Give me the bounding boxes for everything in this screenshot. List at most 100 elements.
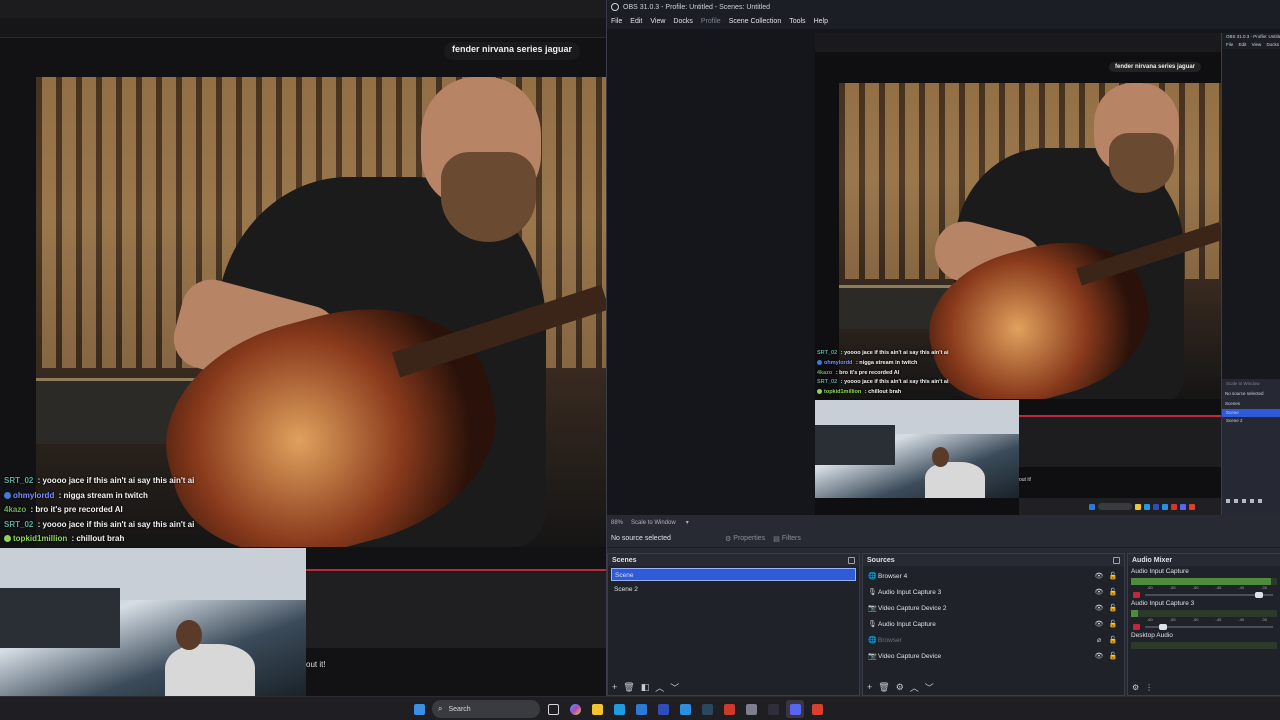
source-item[interactable]: 🌐 Browser ⌀ 🔓 xyxy=(863,632,1124,648)
volume-meter-fill xyxy=(1131,578,1272,585)
chat-username: SRT_02 xyxy=(817,379,838,386)
meter-tick-label: -60 xyxy=(1147,585,1153,590)
stream-background: fender nirvana series jaguar SRT_02 : yo… xyxy=(0,0,606,696)
canvas-search-caption: fender nirvana series jaguar xyxy=(1109,62,1202,72)
volume-slider[interactable] xyxy=(1131,624,1277,630)
slider-handle[interactable] xyxy=(1255,592,1264,598)
scene-item[interactable]: Scene xyxy=(611,568,856,581)
canvas-taskbar xyxy=(1019,498,1221,515)
filters-button[interactable]: ▤ Filters xyxy=(769,533,805,545)
source-item[interactable]: 📷 Video Capture Device 👁 🔓 xyxy=(863,648,1124,664)
store-icon[interactable] xyxy=(632,700,650,718)
scene-item[interactable]: Scene 2 xyxy=(611,583,856,596)
audio-mixer-dock: Audio Mixer Audio Input Capture -60 -55 -50… xyxy=(1127,553,1280,696)
settings-icon[interactable] xyxy=(742,700,760,718)
trash-icon[interactable]: 🗑 xyxy=(623,682,634,693)
chevron-down-icon[interactable]: ﹀ xyxy=(925,681,934,694)
slider-handle[interactable] xyxy=(1159,624,1168,630)
chevron-down-icon[interactable]: ▾ xyxy=(686,519,689,526)
steam-icon[interactable] xyxy=(698,700,716,718)
eye-icon[interactable]: 👁 xyxy=(1092,604,1106,612)
menu-view[interactable]: View xyxy=(650,18,665,25)
webcam-shelf xyxy=(0,588,120,648)
obs-glyph xyxy=(767,703,779,715)
media-player-icon[interactable] xyxy=(720,700,738,718)
task-view-icon[interactable] xyxy=(544,700,562,718)
chat-text: : nigga stream in twitch xyxy=(854,359,918,366)
eye-icon[interactable]: 👁 xyxy=(1092,620,1106,628)
scenes-dock: Scenes Scene Scene 2 + 🗑 ◧ ︿ ﹀ xyxy=(607,553,860,696)
menu-tools[interactable]: Tools xyxy=(789,18,805,25)
chevron-up-icon[interactable]: ︿ xyxy=(655,681,664,694)
sources-toolbar: + 🗑 ⚙ ︿ ﹀ xyxy=(863,679,1124,695)
meter-tick-label: -35 xyxy=(1261,585,1267,590)
mute-icon[interactable] xyxy=(1133,624,1140,630)
menu-file[interactable]: File xyxy=(611,18,622,25)
menu-docks[interactable]: Docks xyxy=(673,18,692,25)
taskbar-search[interactable]: ⌕ Search xyxy=(432,700,540,718)
nested-obs-menubar: File Edit View Docks xyxy=(1222,41,1280,49)
nested-menu-docks: Docks xyxy=(1266,42,1280,47)
lock-icon[interactable]: 🔓 xyxy=(1106,588,1120,596)
chat-text: : yoooo jace if this ain't ai say this a… xyxy=(839,379,949,386)
webcam-person-head xyxy=(176,620,202,650)
canvas-webcam-shelf xyxy=(815,425,895,465)
windows-start-icon[interactable] xyxy=(410,700,428,718)
chrome-icon[interactable] xyxy=(808,700,826,718)
source-item[interactable]: 🎙 Audio Input Capture 3 👁 🔓 xyxy=(863,584,1124,600)
chat-username: SRT_02 xyxy=(4,519,34,529)
canvas-webcam-person-head xyxy=(932,447,949,467)
filter-icon[interactable]: ◧ xyxy=(641,682,650,693)
source-name: Browser xyxy=(878,636,902,644)
chevron-down-icon[interactable]: ﹀ xyxy=(670,681,679,694)
lock-icon[interactable]: 🔓 xyxy=(1106,604,1120,612)
menu-scene-collection[interactable]: Scene Collection xyxy=(729,18,782,25)
mixer-settings-icon[interactable]: ⚙ xyxy=(1132,683,1139,692)
chat-text: : yoooo jace if this ain't ai say this a… xyxy=(35,519,195,529)
lock-icon[interactable]: 🔓 xyxy=(1106,652,1120,660)
chat-text: : nigga stream in twitch xyxy=(56,490,148,500)
gear-icon[interactable]: ⚙ xyxy=(896,682,904,693)
chat-username: topkid1million xyxy=(13,534,68,544)
edge-icon[interactable] xyxy=(610,700,628,718)
eye-icon[interactable]: 👁 xyxy=(1092,652,1106,660)
webcam-feed xyxy=(0,548,306,696)
source-item[interactable]: 📷 Video Capture Device 2 👁 🔓 xyxy=(863,600,1124,616)
source-item[interactable]: 🎙 Audio Input Capture 👁 🔓 xyxy=(863,616,1124,632)
steam-glyph xyxy=(701,703,713,715)
menu-edit[interactable]: Edit xyxy=(630,18,642,25)
l-app-icon[interactable] xyxy=(654,700,672,718)
undock-icon[interactable] xyxy=(1113,556,1120,564)
discord-icon[interactable] xyxy=(786,700,804,718)
trash-icon[interactable]: 🗑 xyxy=(878,682,889,693)
undock-icon[interactable] xyxy=(848,556,855,564)
eye-icon[interactable]: 👁 xyxy=(1092,572,1106,580)
lock-icon[interactable]: 🔓 xyxy=(1106,572,1120,580)
menu-profile[interactable]: Profile xyxy=(701,18,721,25)
obs-titlebar: OBS 31.0.3 - Profile: Untitled - Scenes:… xyxy=(607,0,1280,14)
lock-icon[interactable]: 🔓 xyxy=(1106,636,1120,644)
add-icon[interactable]: + xyxy=(867,682,872,692)
vscode-icon[interactable] xyxy=(676,700,694,718)
source-item[interactable]: 🌐 Browser 4 👁 🔓 xyxy=(863,568,1124,584)
properties-button[interactable]: ⚙ Properties xyxy=(721,533,769,545)
chrome-glyph xyxy=(811,703,823,715)
obs-icon[interactable] xyxy=(764,700,782,718)
copilot-icon[interactable] xyxy=(566,700,584,718)
add-icon[interactable]: + xyxy=(612,682,617,692)
file-explorer-icon[interactable] xyxy=(588,700,606,718)
eye-icon[interactable]: 👁 xyxy=(1092,588,1106,596)
menu-help[interactable]: Help xyxy=(814,18,828,25)
obs-preview[interactable]: fender nirvana series jaguar SRT_02 : yo… xyxy=(607,29,1280,515)
lock-icon[interactable]: 🔓 xyxy=(1106,620,1120,628)
meter-tick-label: -35 xyxy=(1261,617,1267,622)
chevron-up-icon[interactable]: ︿ xyxy=(910,681,919,694)
eye-hidden-icon[interactable]: ⌀ xyxy=(1092,636,1106,644)
more-options-icon[interactable]: ⋮ xyxy=(1145,683,1153,692)
mute-icon[interactable] xyxy=(1133,592,1140,598)
canvas-app-icon xyxy=(1144,503,1150,510)
canvas-webcam-feed xyxy=(815,400,1019,498)
zoom-mode[interactable]: Scale to Window xyxy=(631,520,676,526)
preview-canvas[interactable]: fender nirvana series jaguar SRT_02 : yo… xyxy=(815,33,1221,515)
volume-slider[interactable] xyxy=(1131,592,1277,598)
